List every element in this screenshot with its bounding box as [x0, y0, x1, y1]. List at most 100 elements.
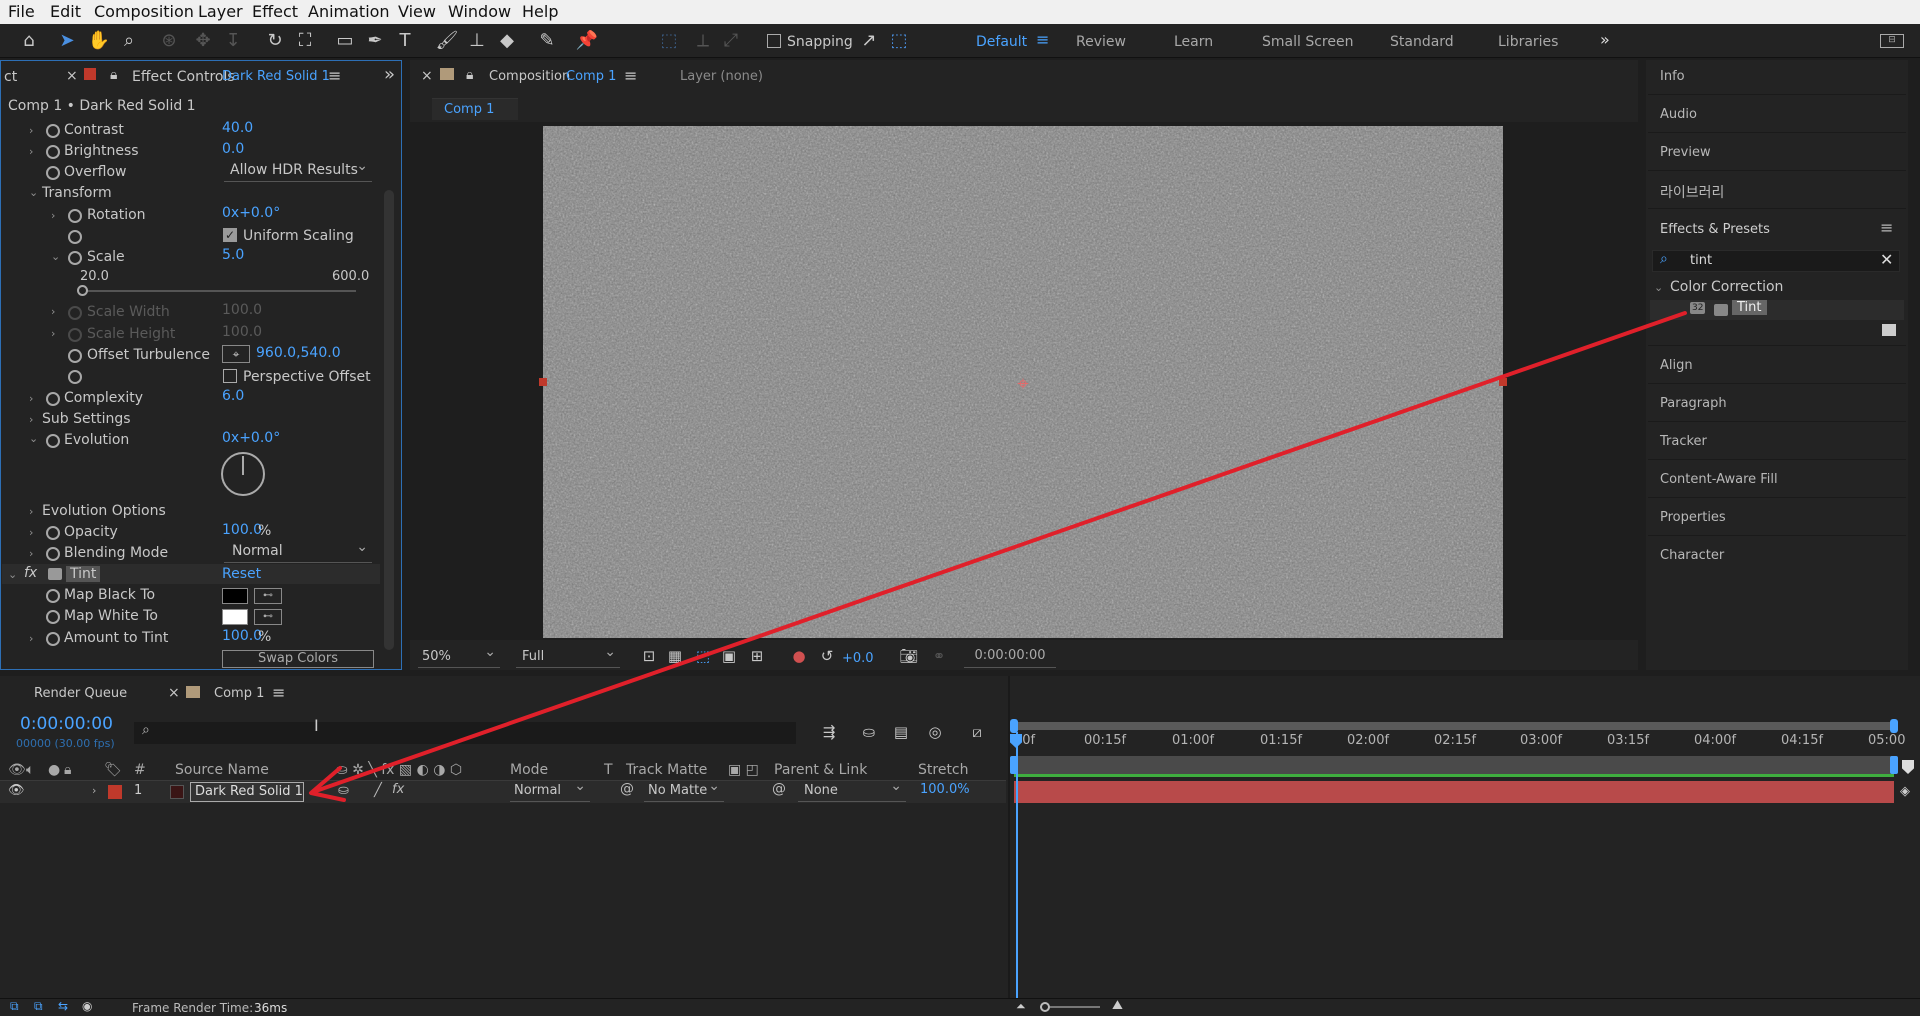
fast-previews-icon[interactable]: ⊡ — [636, 644, 662, 668]
composition-tab[interactable]: Composition — [489, 69, 570, 84]
rotation-value[interactable]: 0x+0.0° — [222, 205, 280, 221]
puppet-pin-tool-icon[interactable]: 📌 — [574, 29, 600, 53]
pan-behind-tool-icon[interactable]: ⛶ — [292, 29, 318, 53]
playhead[interactable] — [1016, 732, 1018, 998]
character-panel[interactable]: Character — [1660, 548, 1724, 563]
contrast-value[interactable]: 40.0 — [222, 120, 253, 136]
zoom-tool-icon[interactable]: ⌕ — [116, 29, 142, 53]
chevron-down-icon[interactable]: ⌄ — [29, 186, 38, 199]
properties-panel[interactable]: Properties — [1660, 510, 1726, 525]
video-toggle-icon[interactable]: 👁︎ — [8, 762, 26, 778]
chevron-down-icon[interactable]: ⌄ — [8, 568, 17, 581]
matte-link-icon[interactable]: @ — [620, 781, 634, 797]
perspective-offset-checkbox[interactable] — [223, 369, 237, 383]
effect-controls-tab[interactable]: Effect Controls — [132, 69, 235, 85]
chevron-down-icon[interactable]: ⌄ — [29, 432, 38, 445]
stopwatch-icon[interactable] — [46, 392, 60, 406]
snapshot-icon[interactable]: 📷︎ — [896, 644, 922, 668]
menu-view[interactable]: View — [398, 2, 436, 21]
effects-presets-title[interactable]: Effects & Presets — [1660, 222, 1770, 237]
chevron-right-icon[interactable]: › — [29, 547, 33, 560]
swap-colors-button[interactable]: Swap Colors — [222, 650, 374, 668]
dolly-camera-icon[interactable]: ↧ — [220, 29, 246, 53]
close-tab-icon[interactable]: × — [421, 68, 433, 84]
chevron-right-icon[interactable]: › — [29, 124, 33, 137]
layer-tab[interactable]: Layer (none) — [680, 69, 763, 84]
render-queue-tab[interactable]: Render Queue — [34, 686, 127, 701]
anchor-point-icon[interactable]: ⌖ — [1012, 372, 1034, 394]
orbit-camera-icon[interactable]: ⊛ — [156, 29, 182, 53]
chevron-down-icon[interactable]: ⌄ — [51, 250, 60, 263]
keyframe-nav-icon[interactable]: ◈ — [1900, 784, 1910, 799]
amount-to-tint-value[interactable]: 100.0 — [222, 628, 262, 644]
shy-switch-icon[interactable]: ⛀ — [338, 783, 349, 798]
menu-edit[interactable]: Edit — [50, 2, 81, 21]
graph-editor-icon[interactable]: ⧄ — [964, 720, 990, 744]
reset-exposure-icon[interactable]: ↺ — [814, 644, 840, 668]
chevron-right-icon[interactable]: › — [51, 305, 55, 318]
transparency-grid-icon[interactable]: ▦ — [662, 644, 688, 668]
map-white-swatch[interactable] — [222, 609, 248, 625]
world-axis-icon[interactable]: ⟂ — [690, 29, 716, 53]
effect-controls-scrollbar[interactable] — [384, 190, 394, 650]
opacity-value[interactable]: 100.0 — [222, 522, 262, 538]
map-black-swatch[interactable] — [222, 588, 248, 604]
solo-toggle-icon[interactable]: ● — [48, 762, 60, 778]
offset-turbulence-value[interactable]: 960.0,540.0 — [256, 345, 341, 361]
clear-search-icon[interactable]: ✕ — [1880, 250, 1893, 269]
chevron-right-icon[interactable]: › — [29, 145, 33, 158]
workspace-standard[interactable]: Standard — [1390, 34, 1454, 50]
workspace-review[interactable]: Review — [1076, 34, 1126, 50]
workspace-small-screen[interactable]: Small Screen — [1262, 34, 1353, 50]
close-tab-icon[interactable]: × — [66, 68, 78, 84]
layer-handle-right[interactable] — [1499, 378, 1507, 386]
work-area-start-handle[interactable] — [1010, 719, 1018, 733]
workspace-menu-icon[interactable]: ≡ — [1036, 30, 1049, 49]
clone-stamp-tool-icon[interactable]: ⊥ — [464, 29, 490, 53]
work-area-bar[interactable] — [1014, 722, 1894, 730]
eyedropper-icon[interactable]: ⊷ — [254, 588, 282, 604]
comp-tab[interactable]: Comp 1 — [214, 686, 264, 701]
exposure-value[interactable]: +0.0 — [842, 651, 874, 666]
column-stretch[interactable]: Stretch — [918, 762, 969, 778]
grid-guides-icon[interactable]: ⊞ — [744, 644, 770, 668]
zoom-out-icon[interactable]: ⏶ — [1016, 999, 1026, 1014]
chevron-right-icon[interactable]: › — [92, 784, 96, 797]
tracker-panel[interactable]: Tracker — [1660, 434, 1707, 449]
frame-blending-icon[interactable]: ▤ — [888, 720, 914, 744]
out-handle[interactable] — [1890, 756, 1898, 774]
content-aware-fill-panel[interactable]: Content-Aware Fill — [1660, 472, 1778, 487]
audio-panel[interactable]: Audio — [1660, 107, 1697, 122]
toggle-switches-icon[interactable]: ⧉ — [10, 999, 19, 1014]
menu-file[interactable]: File — [8, 2, 35, 21]
resolution-dropdown[interactable]: Full — [516, 644, 620, 668]
info-panel[interactable]: Info — [1660, 69, 1685, 84]
menu-composition[interactable]: Composition — [94, 2, 194, 21]
snapping-checkbox[interactable] — [767, 34, 781, 48]
evolution-value[interactable]: 0x+0.0° — [222, 430, 280, 446]
scale-value[interactable]: 5.0 — [222, 247, 244, 263]
stopwatch-icon[interactable] — [46, 145, 60, 159]
comp-chip[interactable]: Comp 1 — [432, 98, 518, 120]
selection-tool-icon[interactable]: ➤ — [54, 29, 80, 53]
work-area-range[interactable] — [1014, 756, 1894, 774]
close-tab-icon[interactable]: × — [168, 685, 180, 701]
rectangle-tool-icon[interactable]: ▭ — [332, 29, 358, 53]
workspace-learn[interactable]: Learn — [1174, 34, 1213, 50]
stopwatch-icon[interactable] — [46, 526, 60, 540]
more-workspaces-icon[interactable]: » — [1600, 30, 1610, 49]
snap-options-icon[interactable]: ↗ — [856, 29, 882, 53]
layer-handle-left[interactable] — [539, 378, 547, 386]
view-axis-icon[interactable]: ⤢ — [718, 29, 744, 53]
stopwatch-icon[interactable] — [46, 610, 60, 624]
stopwatch-icon[interactable] — [46, 632, 60, 646]
chevron-right-icon[interactable]: › — [29, 526, 33, 539]
menu-help[interactable]: Help — [522, 2, 558, 21]
chevron-down-icon[interactable]: ⌄ — [1654, 281, 1663, 294]
toggle-modes-icon[interactable]: ⧉ — [34, 999, 43, 1014]
timeline-zoom-thumb[interactable] — [1040, 1002, 1050, 1012]
eyedropper-icon[interactable]: ⊷ — [254, 609, 282, 625]
region-of-interest-icon[interactable]: ⬚ — [690, 644, 716, 668]
timeline-search-input[interactable] — [134, 722, 796, 744]
left-tab-fragment[interactable]: ct — [4, 69, 17, 85]
